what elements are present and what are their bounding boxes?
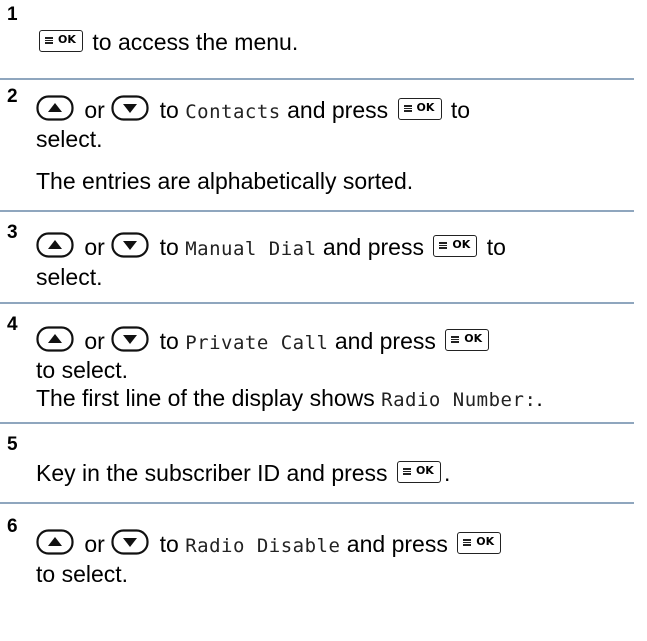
step-text: Key in the subscriber ID and press (36, 460, 394, 486)
step-3: 3 or to Manual Dial and press OK to sele… (0, 212, 634, 304)
to-text: to (153, 328, 186, 354)
step-line: or to Radio Disable and press OK (36, 529, 504, 561)
step-line: to select. (36, 561, 129, 587)
to-text: to (480, 234, 506, 260)
down-arrow-key-icon (111, 326, 149, 352)
down-arrow-key-icon (111, 232, 149, 258)
ok-key-label: OK (476, 534, 495, 548)
ok-key-icon: OK (457, 531, 502, 554)
menu-lines-icon (402, 467, 411, 475)
menu-lines-icon (403, 104, 412, 112)
step-number: 1 (7, 4, 18, 25)
ok-key-label: OK (58, 32, 76, 46)
step-line: or to Contacts and press OK to (36, 95, 470, 127)
step-6: 6 or to Radio Disable and press OK to se… (0, 504, 634, 604)
step-line: or to Private Call and press OK (36, 326, 492, 358)
or-text: or (78, 531, 112, 557)
up-arrow-key-icon (36, 529, 74, 555)
note-text: The first line of the display shows (36, 385, 382, 411)
up-arrow-key-icon (36, 95, 74, 121)
or-text: or (78, 234, 112, 260)
to-text: to (153, 531, 186, 557)
or-text: or (78, 97, 112, 123)
step-text: . (443, 460, 451, 486)
menu-item-radio-disable: Radio Disable (185, 535, 341, 557)
up-arrow-key-icon (36, 326, 74, 352)
ok-key-icon: OK (445, 328, 490, 351)
display-text-radio-number: Radio Number: (381, 389, 537, 411)
step-1: 1 OK to access the menu. (0, 0, 634, 80)
and-press-text: and press (280, 97, 395, 123)
step-line: select. (36, 264, 103, 290)
ok-key-label: OK (415, 463, 434, 477)
to-text: to (153, 234, 186, 260)
step-note: The first line of the display shows Radi… (36, 383, 543, 415)
or-text: or (78, 328, 112, 354)
ok-key-icon: OK (39, 29, 83, 52)
menu-lines-icon (45, 36, 53, 44)
ok-key-icon: OK (396, 460, 441, 483)
step-number: 5 (7, 434, 18, 455)
step-note: The entries are alphabetically sorted. (36, 168, 414, 194)
ok-key-label: OK (464, 331, 483, 345)
step-line: or to Manual Dial and press OK to (36, 232, 506, 264)
menu-item-contacts: Contacts (185, 101, 281, 123)
step-line: OK to access the menu. (36, 27, 298, 57)
note-text: . (536, 385, 543, 411)
menu-item-manual-dial: Manual Dial (185, 238, 317, 260)
step-5: 5 Key in the subscriber ID and press OK. (0, 424, 634, 504)
menu-lines-icon (463, 538, 472, 546)
menu-item-private-call: Private Call (185, 332, 329, 354)
and-press-text: and press (328, 328, 443, 354)
step-number: 2 (7, 86, 18, 107)
ok-key-icon: OK (397, 97, 442, 120)
step-2: 2 or to Contacts and press OK to select.… (0, 80, 634, 212)
step-line: Key in the subscriber ID and press OK. (36, 458, 450, 488)
and-press-text: and press (316, 234, 431, 260)
step-line: to select. (36, 357, 129, 383)
step-number: 4 (7, 314, 18, 335)
menu-lines-icon (439, 241, 448, 249)
step-text: to access the menu. (86, 29, 299, 55)
down-arrow-key-icon (111, 529, 149, 555)
ok-key-label: OK (452, 237, 471, 251)
step-number: 3 (7, 222, 18, 243)
and-press-text: and press (340, 531, 455, 557)
to-text: to (153, 97, 186, 123)
to-text: to (444, 97, 471, 123)
down-arrow-key-icon (111, 95, 149, 121)
menu-lines-icon (451, 335, 460, 343)
ok-key-icon: OK (433, 234, 478, 257)
up-arrow-key-icon (36, 232, 74, 258)
procedure-steps: 1 OK to access the menu. 2 or to Contact… (0, 0, 647, 604)
step-number: 6 (7, 516, 18, 537)
step-line: select. (36, 126, 103, 152)
ok-key-label: OK (416, 100, 435, 114)
step-4: 4 or to Private Call and press OK to sel… (0, 304, 634, 424)
